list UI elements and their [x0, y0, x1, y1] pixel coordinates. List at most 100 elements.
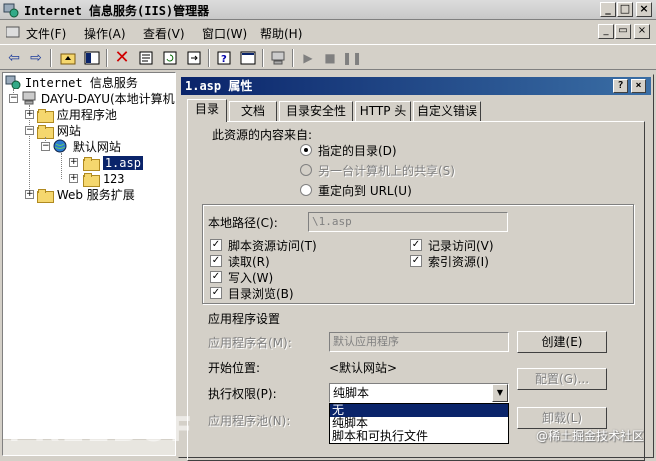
tab-directory-security[interactable]: 目录安全性	[279, 101, 353, 121]
toolbar-separator	[208, 49, 210, 67]
play-icon[interactable]: ▶	[298, 48, 318, 68]
delete-icon[interactable]: ✕	[112, 48, 132, 68]
menu-view[interactable]: 查看(V)	[143, 25, 185, 42]
expander-plus-icon[interactable]: +	[25, 110, 34, 119]
tree-label: Web 服务扩展	[56, 188, 135, 202]
expander-plus-icon[interactable]: +	[25, 190, 34, 199]
tab-directory[interactable]: 目录	[187, 99, 227, 122]
unload-button[interactable]: 卸载(L)	[517, 407, 607, 429]
exec-perm-value: 纯脚本	[333, 386, 370, 400]
tab-custom-errors[interactable]: 自定义错误	[413, 101, 481, 121]
watermark-text: @稀土掘金技术社区	[535, 429, 644, 443]
iis-server-icon	[5, 75, 21, 90]
dropdown-option-scripts-exec[interactable]: 脚本和可执行文件	[330, 430, 508, 443]
start-point-value: <默认网站>	[329, 361, 398, 375]
toolbar-separator	[292, 49, 294, 67]
show-tree-icon[interactable]	[82, 48, 102, 68]
maximize-button[interactable]: □	[617, 2, 633, 17]
expander-plus-icon[interactable]: +	[69, 158, 78, 167]
expander-minus-icon[interactable]: −	[25, 126, 34, 135]
tree-node-websites[interactable]: 网站	[37, 123, 81, 139]
radio-specified-dir[interactable]	[300, 144, 312, 156]
radio-label: 重定向到 URL(U)	[318, 184, 412, 198]
radio-label: 另一台计算机上的共享(S)	[318, 164, 455, 178]
tree-node-app-pools[interactable]: 应用程序池	[37, 107, 117, 123]
checkbox-log-visits[interactable]: ✓	[410, 239, 422, 251]
forward-arrow-icon[interactable]: ⇨	[26, 48, 46, 68]
properties-icon[interactable]	[136, 48, 156, 68]
chevron-down-icon[interactable]: ▼	[492, 384, 508, 402]
tree-node-web-ext[interactable]: Web 服务扩展	[37, 187, 135, 203]
checkbox-label: 记录访问(V)	[428, 239, 494, 253]
folder-icon	[37, 125, 54, 139]
checkbox-write[interactable]: ✓	[210, 271, 222, 283]
checkbox-read[interactable]: ✓	[210, 255, 222, 267]
folder-icon	[37, 109, 54, 123]
radio-label: 指定的目录(D)	[318, 144, 397, 158]
tree-node-1asp[interactable]: 1.asp	[83, 155, 143, 171]
menu-window[interactable]: 窗口(W)	[202, 25, 247, 42]
app-settings-label: 应用程序设置	[208, 312, 281, 326]
checkbox-script-source[interactable]: ✓	[210, 239, 222, 251]
exec-perm-select[interactable]: 纯脚本 ▼	[329, 383, 509, 403]
local-path-field[interactable]: \1.asp	[308, 212, 508, 232]
checkbox-label: 脚本资源访问(T)	[228, 239, 317, 253]
app-name-field[interactable]: 默认应用程序	[329, 332, 509, 352]
dialog-help-button[interactable]: ?	[613, 79, 628, 93]
tab-http-headers[interactable]: HTTP 头	[355, 101, 411, 121]
window-title: Internet 信息服务(IIS)管理器	[24, 4, 210, 18]
start-point-label: 开始位置:	[208, 361, 261, 375]
stop-icon[interactable]: ■	[320, 48, 340, 68]
menu-bar: 文件(F) 文件(F) 操作(A) 查看(V) 窗口(W) 帮助(H) _ ▭ …	[0, 22, 656, 42]
dialog-close-button[interactable]: ×	[631, 79, 646, 93]
expander-minus-icon[interactable]: −	[41, 142, 50, 151]
app-name-label: 应用程序名(M):	[208, 336, 292, 350]
mdi-close-button[interactable]: ×	[634, 24, 650, 39]
mdi-minimize-button[interactable]: _	[598, 24, 614, 39]
tree-node-root[interactable]: Internet 信息服务	[5, 75, 138, 91]
radio-redirect-url[interactable]	[300, 184, 312, 196]
toolbar-separator	[106, 49, 108, 67]
computer-icon[interactable]	[268, 48, 288, 68]
tree-node-123[interactable]: 123	[83, 171, 125, 187]
menu-help[interactable]: 帮助(H)	[260, 25, 302, 42]
create-button[interactable]: 创建(E)	[517, 331, 607, 353]
checkbox-dir-browse[interactable]: ✓	[210, 287, 222, 299]
toolbar-separator	[262, 49, 264, 67]
help-icon[interactable]: ?	[214, 48, 234, 68]
checkbox-index-resource[interactable]: ✓	[410, 255, 422, 267]
tree-node-server[interactable]: DAYU-DAYU(本地计算机)	[21, 91, 176, 107]
tree-label: 应用程序池	[56, 108, 117, 122]
tree-node-default-site[interactable]: 默认网站	[53, 139, 121, 155]
close-button[interactable]: ×	[636, 2, 652, 17]
export-list-icon[interactable]	[184, 48, 204, 68]
pause-icon[interactable]: ❚❚	[342, 48, 362, 68]
menu-file-label[interactable]: 文件(F)	[26, 25, 66, 42]
dialog-title-bar: 1.asp 属性 ? ×	[181, 77, 651, 95]
menu-action[interactable]: 操作(A)	[84, 25, 126, 42]
content-source-label: 此资源的内容来自:	[212, 128, 313, 142]
mdi-restore-button[interactable]: ▭	[615, 24, 631, 39]
mmc-window-icon[interactable]	[238, 48, 258, 68]
refresh-icon[interactable]	[160, 48, 180, 68]
watermark-logo: FREEBUF	[8, 410, 195, 450]
properties-dialog: 1.asp 属性 ? × 目录 文档 目录安全性 HTTP 头 自定义错误 此资…	[178, 74, 654, 461]
expander-minus-icon[interactable]: −	[9, 94, 18, 103]
expander-plus-icon[interactable]: +	[69, 174, 78, 183]
tab-documents[interactable]: 文档	[229, 101, 277, 121]
tree-label: 123	[102, 172, 125, 186]
radio-network-share[interactable]	[300, 164, 312, 176]
tab-panel: 此资源的内容来自: 指定的目录(D) 另一台计算机上的共享(S) 重定向到 UR…	[187, 121, 645, 461]
folder-icon	[37, 189, 54, 203]
svg-text:?: ?	[221, 54, 227, 65]
tree-label: DAYU-DAYU(本地计算机)	[40, 92, 176, 106]
checkbox-label: 写入(W)	[228, 271, 274, 285]
checkbox-label: 索引资源(I)	[428, 255, 489, 269]
config-button[interactable]: 配置(G)...	[517, 368, 607, 390]
tree-label: 默认网站	[72, 140, 121, 154]
title-bar: Internet 信息服务(IIS)管理器 _ □ ×	[0, 0, 656, 20]
back-arrow-icon[interactable]: ⇦	[4, 48, 24, 68]
minimize-button[interactable]: _	[600, 2, 616, 17]
toolbar-separator	[50, 49, 52, 67]
up-folder-icon[interactable]	[58, 48, 78, 68]
